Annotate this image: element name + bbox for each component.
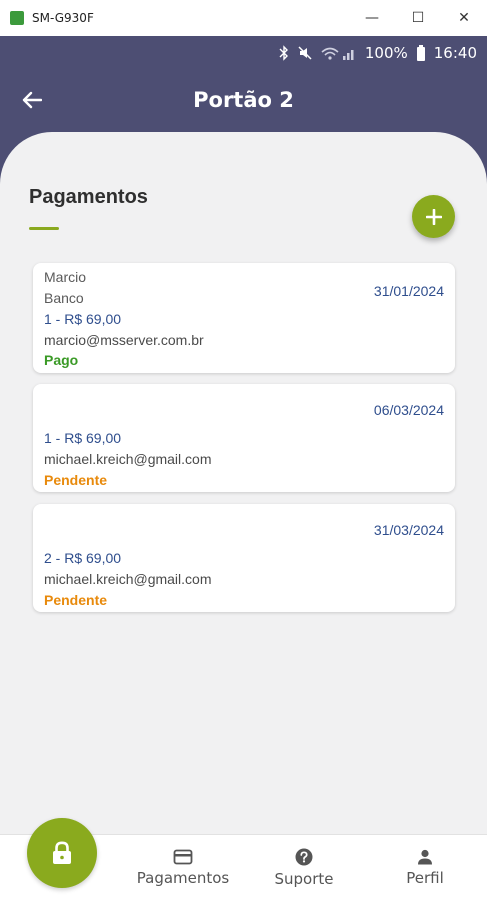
payment-date: 31/01/2024: [373, 283, 444, 299]
payment-email: marcio@msserver.com.br: [44, 332, 204, 348]
card-icon: [173, 849, 193, 865]
payment-method: Banco: [44, 290, 84, 306]
maximize-icon: ☐: [411, 10, 425, 26]
payment-card[interactable]: 2 - R$ 69,00 michael.kreich@gmail.com Pe…: [33, 504, 455, 612]
section-title: Pagamentos: [29, 186, 148, 208]
back-button[interactable]: [18, 86, 46, 114]
mute-icon: [298, 46, 312, 60]
section-underline: [29, 227, 59, 230]
person-icon: [418, 849, 432, 865]
close-window-button[interactable]: ✕: [441, 0, 487, 36]
payment-email: michael.kreich@gmail.com: [44, 451, 212, 467]
payment-date: 06/03/2024: [373, 402, 444, 418]
nav-item-perfil[interactable]: Perfil: [395, 835, 455, 900]
payment-card[interactable]: Marcio Banco 1 - R$ 69,00 marcio@msserve…: [33, 263, 455, 373]
close-icon: ✕: [458, 10, 470, 26]
payer-name: Marcio: [44, 269, 87, 285]
payment-card[interactable]: 1 - R$ 69,00 michael.kreich@gmail.com Pe…: [33, 384, 455, 492]
status-time: 16:40: [433, 44, 477, 62]
window-title: SM-G930F: [32, 11, 94, 25]
plus-icon: [425, 208, 442, 225]
page-title: Portão 2: [193, 88, 294, 112]
wifi-signal-icon: [321, 47, 354, 60]
lock-button[interactable]: [27, 818, 97, 888]
payment-email: michael.kreich@gmail.com: [44, 571, 212, 587]
payment-amount: 2 - R$ 69,00: [44, 550, 122, 566]
window-controls: — ☐ ✕: [349, 0, 487, 36]
status-bar: 100% 16:40: [279, 42, 477, 64]
battery-icon: [416, 45, 425, 61]
payment-status: Pendente: [44, 472, 108, 488]
header-row: Portão 2: [0, 80, 487, 120]
lock-icon: [53, 841, 71, 864]
app-icon: [10, 11, 24, 25]
battery-percent: 100%: [364, 44, 408, 62]
nav-label: Perfil: [406, 869, 444, 887]
maximize-button[interactable]: ☐: [395, 0, 441, 36]
nav-item-pagamentos[interactable]: Pagamentos: [128, 835, 238, 900]
nav-label: Suporte: [274, 870, 334, 888]
payment-amount: 1 - R$ 69,00: [44, 430, 122, 446]
nav-item-suporte[interactable]: Suporte: [262, 835, 346, 900]
minimize-icon: —: [365, 10, 379, 26]
payment-amount: 1 - R$ 69,00: [44, 311, 122, 327]
content-panel: Pagamentos Marcio Banco 1 - R$ 69,00 mar…: [0, 132, 487, 834]
payment-status: Pendente: [44, 592, 108, 608]
bluetooth-icon: [279, 45, 288, 61]
window-titlebar: SM-G930F — ☐ ✕: [0, 0, 487, 36]
back-arrow-icon: [22, 91, 42, 109]
nav-label: Pagamentos: [136, 869, 230, 887]
payment-date: 31/03/2024: [373, 522, 444, 538]
minimize-button[interactable]: —: [349, 0, 395, 36]
add-payment-button[interactable]: [412, 195, 455, 238]
help-icon: [295, 848, 313, 866]
payment-status: Pago: [44, 352, 79, 368]
